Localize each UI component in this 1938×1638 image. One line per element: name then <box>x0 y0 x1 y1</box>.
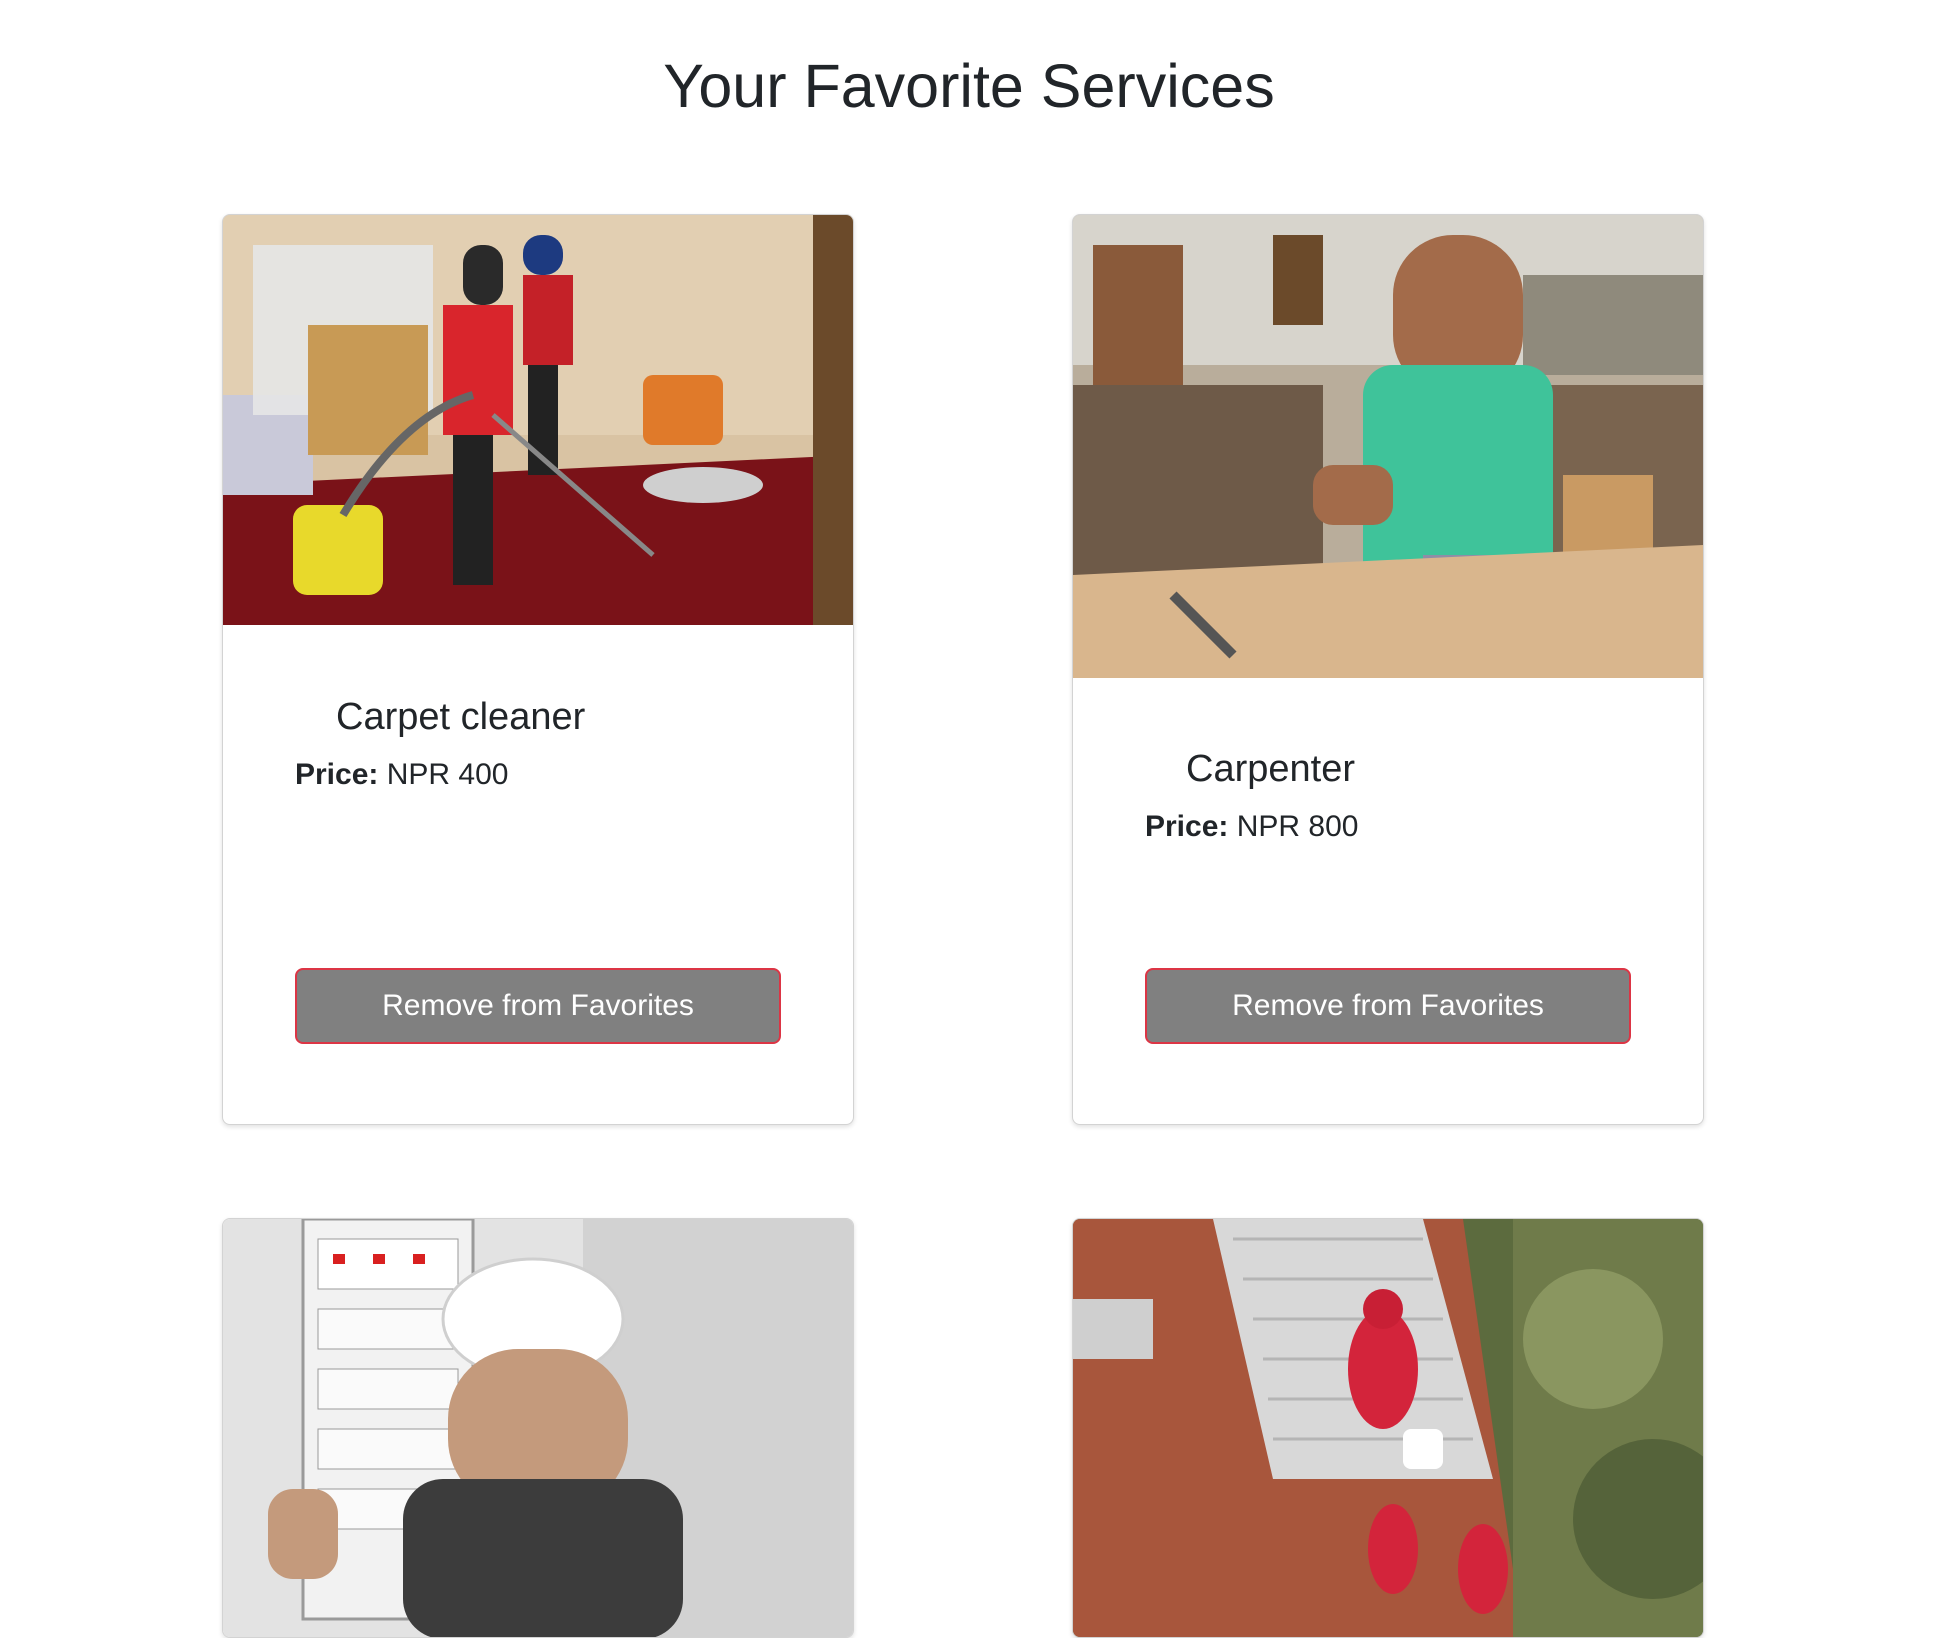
service-price: Price: NPR 800 <box>1145 809 1358 845</box>
service-image <box>1073 215 1703 678</box>
service-image <box>223 215 853 625</box>
price-label: Price: <box>1145 810 1229 843</box>
price-value: NPR 800 <box>1236 810 1359 843</box>
service-card-carpet-cleaner: Carpet cleaner Price: NPR 400 Remove fro… <box>222 214 854 1125</box>
remove-from-favorites-button[interactable]: Remove from Favorites <box>295 968 781 1044</box>
service-image <box>1073 1219 1703 1637</box>
service-card-building-cleaning <box>1072 1218 1704 1638</box>
price-value: NPR 400 <box>386 758 509 791</box>
service-card-carpenter: Carpenter Price: NPR 800 Remove from Fav… <box>1072 214 1704 1125</box>
price-label: Price: <box>295 758 379 791</box>
service-name: Carpet cleaner <box>336 696 586 738</box>
service-price: Price: NPR 400 <box>295 757 508 793</box>
remove-from-favorites-button[interactable]: Remove from Favorites <box>1145 968 1631 1044</box>
service-name: Carpenter <box>1186 748 1355 790</box>
service-image <box>223 1219 853 1637</box>
page-title: Your Favorite Services <box>663 52 1275 120</box>
service-card-electrician <box>222 1218 854 1638</box>
